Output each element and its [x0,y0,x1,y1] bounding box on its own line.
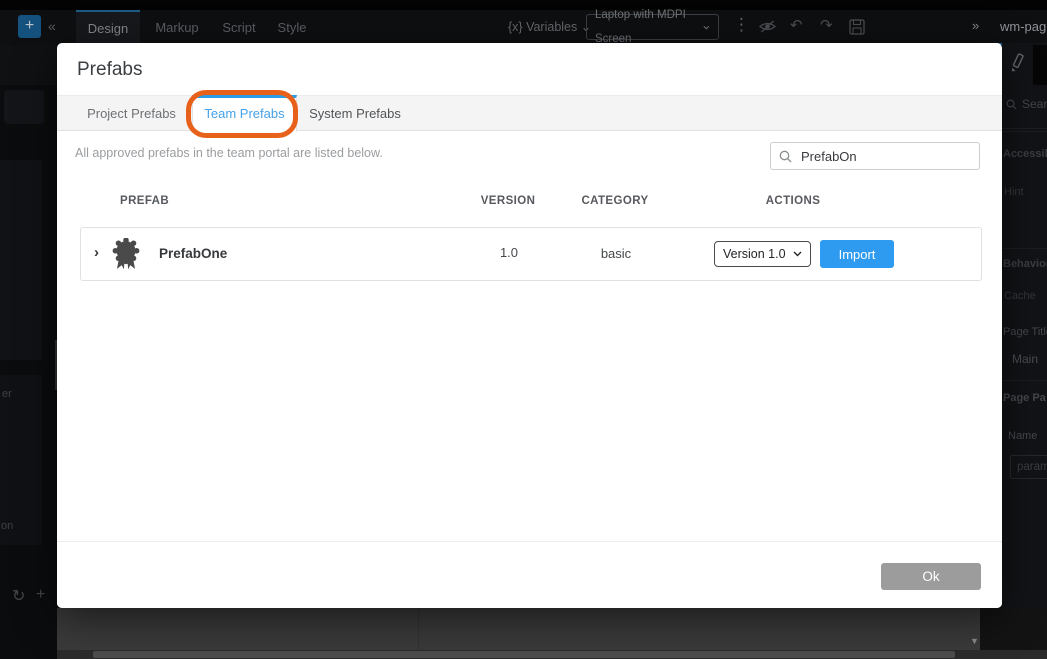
kebab-menu-icon[interactable]: ⋮ [733,15,750,35]
col-header-prefab: PREFAB [120,195,169,207]
properties-search[interactable]: Sear [1006,97,1047,111]
top-black-strip [0,0,1047,10]
page-title-value[interactable]: Main [1012,352,1038,366]
param-name-input[interactable]: param [1010,455,1047,479]
sidebar-widget-block [0,160,42,360]
prefab-table-row: › PrefabOne 1.0 basic Version 1.0 Im [80,227,982,281]
variables-menu[interactable]: {x} Variables ⌄ [508,19,591,34]
properties-search-text: Sear [1022,97,1047,111]
field-cache-label: Cache [1004,290,1036,302]
app-root: + « Design Markup Script Style {x} Varia… [0,0,1047,659]
collapse-icon[interactable]: « [48,18,56,34]
sidebar-rounded-block [4,90,44,124]
tab-team-prefabs[interactable]: Team Prefabs [192,95,297,132]
chevron-down-icon [703,25,710,30]
import-button[interactable]: Import [820,240,894,268]
tab-system-prefabs[interactable]: System Prefabs [305,96,405,132]
tab-script[interactable]: Script [213,10,265,45]
field-page-title-label: Page Title [1003,326,1047,338]
redo-icon[interactable]: ↷ [820,16,833,34]
col-header-actions: ACTIONS [753,195,833,207]
field-name-label: Name [1008,430,1037,442]
col-header-version: VERSION [468,195,548,207]
panel-divider [1002,380,1047,381]
panel-divider [1002,128,1047,129]
left-sidebar: er on ↻ + [0,45,57,659]
dialog-description: All approved prefabs in the team portal … [75,146,383,160]
panel-corner-block [1033,45,1047,85]
prefab-category: basic [576,246,656,261]
expand-chevron-icon[interactable]: › [94,244,99,261]
right-properties-panel: Sear Accessib Hint Behavior Cache Page T… [1002,43,1047,659]
search-icon [1006,99,1017,110]
ide-toolbar: + « Design Markup Script Style {x} Varia… [0,10,1047,45]
prefab-search-input[interactable] [799,148,971,165]
tab-design[interactable]: Design [76,10,140,45]
horizontal-scrollbar-track[interactable] [57,650,1047,659]
canvas-divider [418,608,419,650]
field-hint-label: Hint [1004,186,1024,198]
version-select-value: Version 1.0 [723,247,786,261]
prefab-tabs: Project Prefabs Team Prefabs System Pref… [57,95,1002,131]
chevron-down-icon [793,251,802,257]
version-select[interactable]: Version 1.0 [714,241,811,267]
dialog-title: Prefabs [77,59,142,81]
prefab-version: 1.0 [469,245,549,260]
panel-divider [1002,131,1047,132]
section-accessibility-label: Accessib [1003,148,1047,160]
search-icon [779,150,792,163]
undo-icon[interactable]: ↶ [790,16,803,34]
col-header-category: CATEGORY [575,195,655,207]
dialog-footer: Ok [57,541,1002,608]
prefab-name: PrefabOne [159,246,227,261]
refresh-icon[interactable]: ↻ [12,586,25,606]
save-icon[interactable] [849,19,865,35]
add-button[interactable]: + [18,15,41,38]
sidebar-label-fragment: on [1,520,13,532]
tab-project-prefabs[interactable]: Project Prefabs [75,96,188,132]
ok-button[interactable]: Ok [881,563,981,590]
overflow-chevrons-icon[interactable]: » [972,18,979,33]
preview-eye-icon[interactable] [758,19,777,34]
sidebar-panel-block [0,45,57,85]
prefabs-dialog: Prefabs Project Prefabs Team Prefabs Sys… [57,43,1002,608]
section-page-params-label: Page Pa [1003,392,1046,404]
prefab-search-box[interactable] [770,142,980,170]
tab-markup[interactable]: Markup [148,10,206,45]
sidebar-label-fragment: er [2,388,12,400]
horizontal-scrollbar-thumb[interactable] [93,651,955,658]
plus-icon[interactable]: + [36,586,45,604]
edit-pencil-icon[interactable] [1008,52,1028,74]
device-selector[interactable]: Laptop with MDPI Screen [586,14,719,40]
tab-style[interactable]: Style [268,10,316,45]
prefab-rosette-icon [110,238,142,272]
panel-divider [1002,248,1047,249]
section-behavior-label: Behavior [1003,258,1047,270]
page-tab-wm-page[interactable]: wm-pag [1000,19,1046,34]
scroll-down-arrow-icon[interactable]: ▼ [970,636,979,646]
